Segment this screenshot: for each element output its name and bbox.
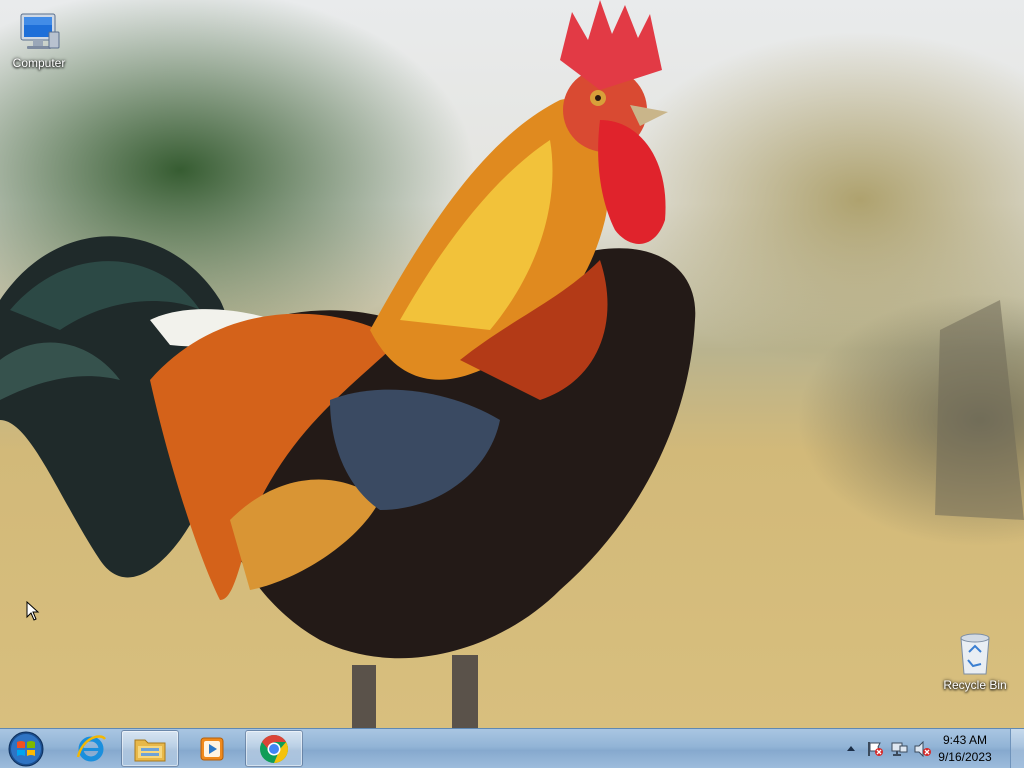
start-button[interactable] — [6, 730, 46, 768]
folder-icon — [134, 739, 166, 761]
taskbar-internet-explorer[interactable] — [62, 730, 120, 767]
network-icon[interactable] — [890, 741, 908, 757]
system-clock[interactable]: 9:43 AM 9/16/2023 — [920, 732, 1010, 766]
recycle-bin-desktop-icon[interactable]: Recycle Bin — [938, 630, 1012, 692]
mouse-pointer-icon — [26, 601, 40, 621]
desktop[interactable]: Computer Recycle Bin — [0, 0, 1024, 728]
clock-time: 9:43 AM — [942, 733, 988, 747]
show-desktop-button[interactable] — [1010, 729, 1024, 768]
taskbar-google-chrome[interactable] — [245, 730, 303, 767]
computer-icon — [20, 13, 60, 49]
taskbar-windows-explorer[interactable] — [121, 730, 179, 767]
taskbar: 9:43 AM 9/16/2023 — [0, 728, 1024, 768]
action-center-flag-icon[interactable] — [866, 741, 884, 757]
internet-explorer-icon — [76, 734, 107, 761]
clock-date: 9/16/2023 — [938, 750, 992, 764]
chrome-icon — [260, 734, 288, 763]
recycle-bin-label: Recycle Bin — [943, 678, 1007, 692]
show-hidden-icons-chevron[interactable] — [846, 744, 856, 752]
taskbar-media-player[interactable] — [183, 730, 241, 767]
rooster-wallpaper — [0, 0, 1024, 728]
computer-desktop-icon[interactable]: Computer — [2, 10, 76, 70]
computer-label: Computer — [12, 56, 66, 70]
windows-start-icon — [8, 731, 44, 767]
media-player-icon — [200, 737, 224, 760]
recycle-bin-icon — [960, 633, 990, 675]
